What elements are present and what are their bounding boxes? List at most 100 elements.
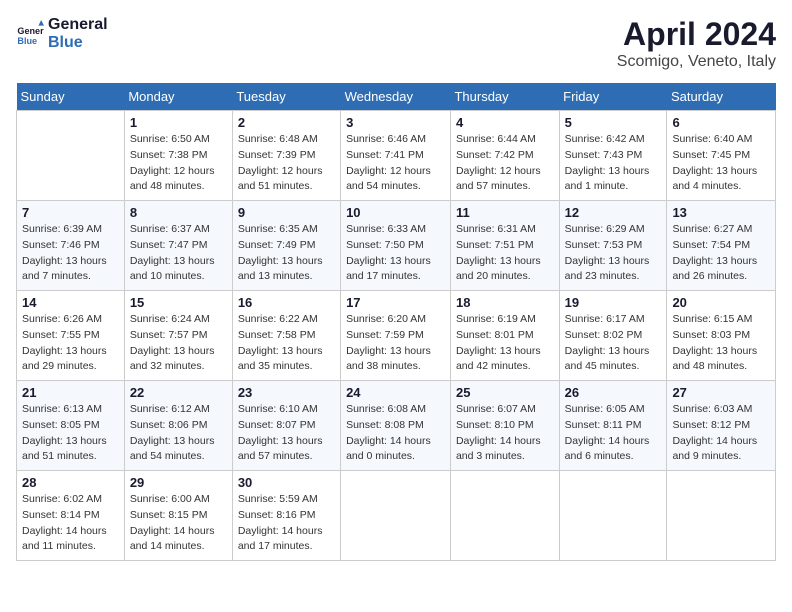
calendar-day-cell <box>667 471 776 561</box>
weekday-header-cell: Wednesday <box>341 83 451 111</box>
calendar-day-cell: 12 Sunrise: 6:29 AM Sunset: 7:53 PM Dayli… <box>559 201 667 291</box>
calendar-week-row: 14 Sunrise: 6:26 AM Sunset: 7:55 PM Dayli… <box>17 291 776 381</box>
day-info: Sunrise: 6:20 AM Sunset: 7:59 PM Dayligh… <box>346 312 445 375</box>
day-number: 30 <box>238 475 335 490</box>
day-info: Sunrise: 6:08 AM Sunset: 8:08 PM Dayligh… <box>346 402 445 465</box>
calendar-day-cell <box>559 471 667 561</box>
day-number: 2 <box>238 115 335 130</box>
day-info: Sunrise: 6:29 AM Sunset: 7:53 PM Dayligh… <box>565 222 662 285</box>
day-number: 13 <box>672 205 770 220</box>
calendar-day-cell: 30 Sunrise: 5:59 AM Sunset: 8:16 PM Dayli… <box>232 471 340 561</box>
calendar-day-cell: 4 Sunrise: 6:44 AM Sunset: 7:42 PM Daylig… <box>450 111 559 201</box>
day-number: 4 <box>456 115 554 130</box>
day-info: Sunrise: 6:44 AM Sunset: 7:42 PM Dayligh… <box>456 132 554 195</box>
logo-line1: General <box>48 16 108 34</box>
calendar-day-cell: 8Sunrise: 6:37 AM Sunset: 7:47 PM Daylig… <box>124 201 232 291</box>
day-number: 7 <box>22 205 119 220</box>
day-number: 11 <box>456 205 554 220</box>
day-info: Sunrise: 6:10 AM Sunset: 8:07 PM Dayligh… <box>238 402 335 465</box>
day-number: 28 <box>22 475 119 490</box>
month-title: April 2024 <box>617 16 776 53</box>
day-info: Sunrise: 6:46 AM Sunset: 7:41 PM Dayligh… <box>346 132 445 195</box>
day-number: 23 <box>238 385 335 400</box>
calendar-table: SundayMondayTuesdayWednesdayThursdayFrid… <box>16 83 776 561</box>
calendar-week-row: 7 Sunrise: 6:39 AM Sunset: 7:46 PM Daylig… <box>17 201 776 291</box>
day-number: 26 <box>565 385 662 400</box>
calendar-day-cell: 7 Sunrise: 6:39 AM Sunset: 7:46 PM Daylig… <box>17 201 125 291</box>
weekday-header-cell: Thursday <box>450 83 559 111</box>
calendar-day-cell: 15Sunrise: 6:24 AM Sunset: 7:57 PM Dayli… <box>124 291 232 381</box>
weekday-header-cell: Friday <box>559 83 667 111</box>
calendar-day-cell: 16Sunrise: 6:22 AM Sunset: 7:58 PM Dayli… <box>232 291 340 381</box>
calendar-day-cell <box>341 471 451 561</box>
svg-text:General: General <box>17 26 44 36</box>
day-info: Sunrise: 6:48 AM Sunset: 7:39 PM Dayligh… <box>238 132 335 195</box>
calendar-day-cell: 20Sunrise: 6:15 AM Sunset: 8:03 PM Dayli… <box>667 291 776 381</box>
calendar-week-row: 1 Sunrise: 6:50 AM Sunset: 7:38 PM Daylig… <box>17 111 776 201</box>
calendar-day-cell: 3 Sunrise: 6:46 AM Sunset: 7:41 PM Daylig… <box>341 111 451 201</box>
day-number: 22 <box>130 385 227 400</box>
logo-icon: General Blue <box>16 20 44 48</box>
day-number: 12 <box>565 205 662 220</box>
calendar-day-cell: 25Sunrise: 6:07 AM Sunset: 8:10 PM Dayli… <box>450 381 559 471</box>
calendar-day-cell: 24 Sunrise: 6:08 AM Sunset: 8:08 PM Dayli… <box>341 381 451 471</box>
calendar-day-cell: 5 Sunrise: 6:42 AM Sunset: 7:43 PM Daylig… <box>559 111 667 201</box>
day-info: Sunrise: 6:00 AM Sunset: 8:15 PM Dayligh… <box>130 492 227 555</box>
calendar-day-cell <box>450 471 559 561</box>
day-info: Sunrise: 5:59 AM Sunset: 8:16 PM Dayligh… <box>238 492 335 555</box>
day-number: 5 <box>565 115 662 130</box>
calendar-body: 1 Sunrise: 6:50 AM Sunset: 7:38 PM Daylig… <box>17 111 776 561</box>
calendar-day-cell: 13 Sunrise: 6:27 AM Sunset: 7:54 PM Dayli… <box>667 201 776 291</box>
day-number: 3 <box>346 115 445 130</box>
day-info: Sunrise: 6:33 AM Sunset: 7:50 PM Dayligh… <box>346 222 445 285</box>
weekday-header-cell: Tuesday <box>232 83 340 111</box>
calendar-day-cell: 26 Sunrise: 6:05 AM Sunset: 8:11 PM Dayli… <box>559 381 667 471</box>
location-title: Scomigo, Veneto, Italy <box>617 53 776 71</box>
day-number: 24 <box>346 385 445 400</box>
calendar-day-cell: 9Sunrise: 6:35 AM Sunset: 7:49 PM Daylig… <box>232 201 340 291</box>
calendar-day-cell: 23 Sunrise: 6:10 AM Sunset: 8:07 PM Dayli… <box>232 381 340 471</box>
calendar-day-cell: 1 Sunrise: 6:50 AM Sunset: 7:38 PM Daylig… <box>124 111 232 201</box>
day-info: Sunrise: 6:31 AM Sunset: 7:51 PM Dayligh… <box>456 222 554 285</box>
day-number: 18 <box>456 295 554 310</box>
day-number: 20 <box>672 295 770 310</box>
day-number: 6 <box>672 115 770 130</box>
calendar-week-row: 21Sunrise: 6:13 AM Sunset: 8:05 PM Dayli… <box>17 381 776 471</box>
day-number: 8 <box>130 205 227 220</box>
day-info: Sunrise: 6:13 AM Sunset: 8:05 PM Dayligh… <box>22 402 119 465</box>
day-number: 25 <box>456 385 554 400</box>
calendar-day-cell: 6 Sunrise: 6:40 AM Sunset: 7:45 PM Daylig… <box>667 111 776 201</box>
day-info: Sunrise: 6:35 AM Sunset: 7:49 PM Dayligh… <box>238 222 335 285</box>
title-area: April 2024 Scomigo, Veneto, Italy <box>617 16 776 71</box>
day-info: Sunrise: 6:42 AM Sunset: 7:43 PM Dayligh… <box>565 132 662 195</box>
calendar-day-cell: 10Sunrise: 6:33 AM Sunset: 7:50 PM Dayli… <box>341 201 451 291</box>
day-number: 14 <box>22 295 119 310</box>
calendar-day-cell: 14 Sunrise: 6:26 AM Sunset: 7:55 PM Dayli… <box>17 291 125 381</box>
day-info: Sunrise: 6:05 AM Sunset: 8:11 PM Dayligh… <box>565 402 662 465</box>
day-number: 17 <box>346 295 445 310</box>
svg-text:Blue: Blue <box>17 35 37 45</box>
day-info: Sunrise: 6:17 AM Sunset: 8:02 PM Dayligh… <box>565 312 662 375</box>
day-info: Sunrise: 6:03 AM Sunset: 8:12 PM Dayligh… <box>672 402 770 465</box>
calendar-day-cell: 21Sunrise: 6:13 AM Sunset: 8:05 PM Dayli… <box>17 381 125 471</box>
day-info: Sunrise: 6:50 AM Sunset: 7:38 PM Dayligh… <box>130 132 227 195</box>
day-info: Sunrise: 6:27 AM Sunset: 7:54 PM Dayligh… <box>672 222 770 285</box>
day-info: Sunrise: 6:40 AM Sunset: 7:45 PM Dayligh… <box>672 132 770 195</box>
day-number: 29 <box>130 475 227 490</box>
day-number: 16 <box>238 295 335 310</box>
day-info: Sunrise: 6:26 AM Sunset: 7:55 PM Dayligh… <box>22 312 119 375</box>
day-number: 1 <box>130 115 227 130</box>
day-info: Sunrise: 6:39 AM Sunset: 7:46 PM Dayligh… <box>22 222 119 285</box>
weekday-header-cell: Saturday <box>667 83 776 111</box>
calendar-day-cell: 17 Sunrise: 6:20 AM Sunset: 7:59 PM Dayli… <box>341 291 451 381</box>
day-info: Sunrise: 6:02 AM Sunset: 8:14 PM Dayligh… <box>22 492 119 555</box>
calendar-day-cell <box>17 111 125 201</box>
day-number: 27 <box>672 385 770 400</box>
calendar-day-cell: 19Sunrise: 6:17 AM Sunset: 8:02 PM Dayli… <box>559 291 667 381</box>
weekday-header-row: SundayMondayTuesdayWednesdayThursdayFrid… <box>17 83 776 111</box>
day-info: Sunrise: 6:12 AM Sunset: 8:06 PM Dayligh… <box>130 402 227 465</box>
logo-line2: Blue <box>48 34 108 52</box>
calendar-day-cell: 11 Sunrise: 6:31 AM Sunset: 7:51 PM Dayli… <box>450 201 559 291</box>
calendar-day-cell: 28 Sunrise: 6:02 AM Sunset: 8:14 PM Dayli… <box>17 471 125 561</box>
calendar-day-cell: 18Sunrise: 6:19 AM Sunset: 8:01 PM Dayli… <box>450 291 559 381</box>
